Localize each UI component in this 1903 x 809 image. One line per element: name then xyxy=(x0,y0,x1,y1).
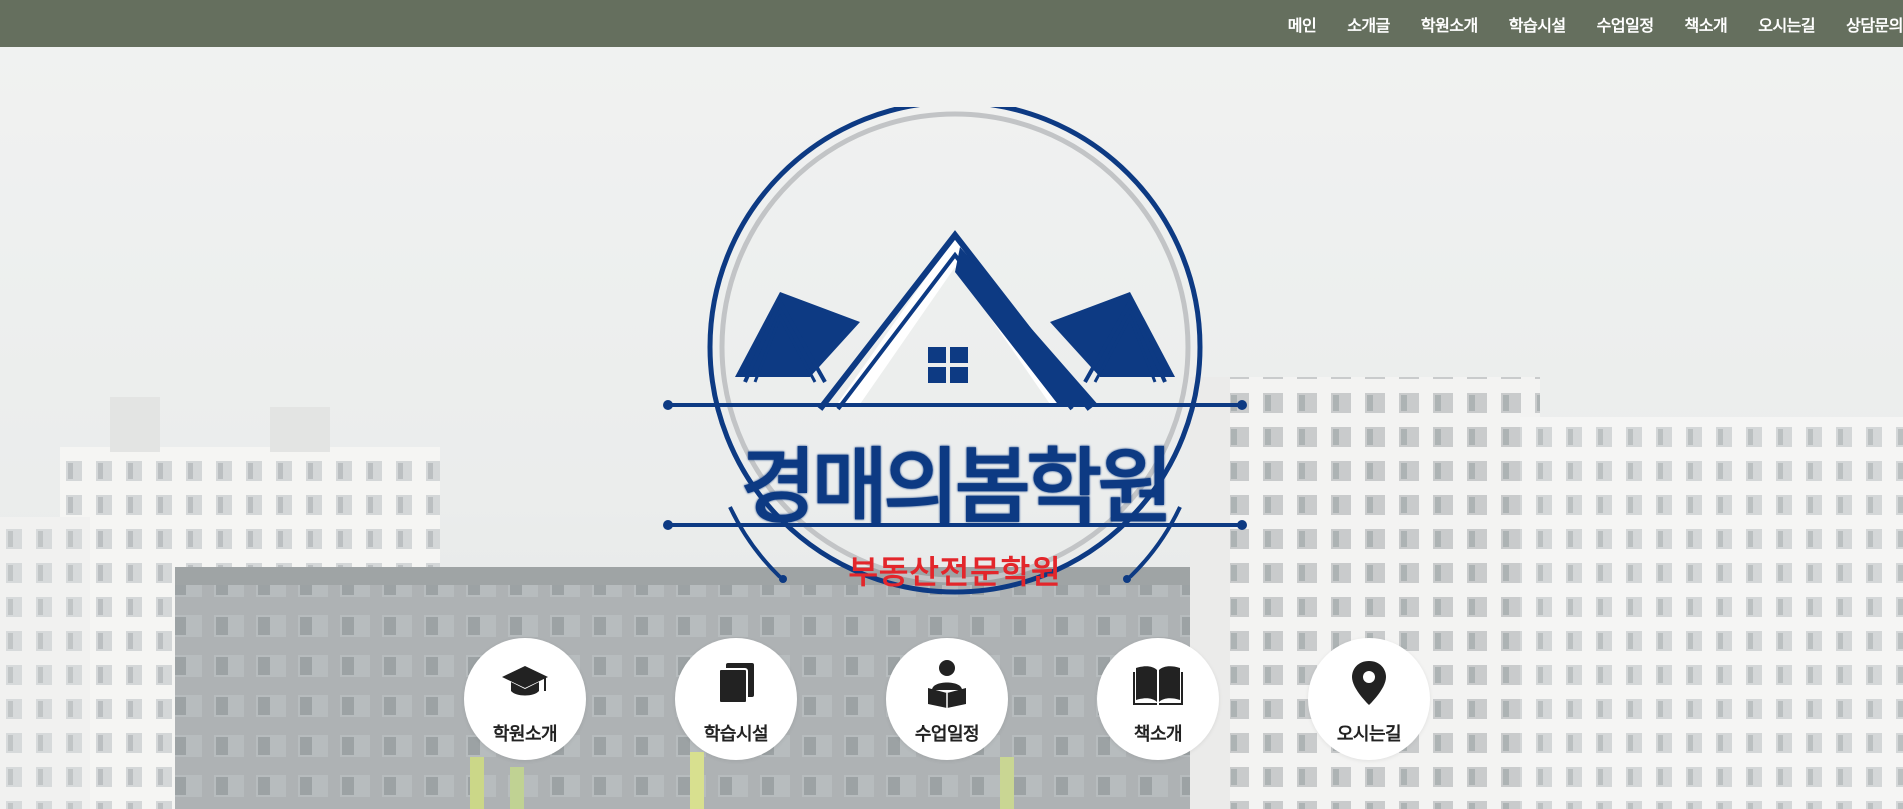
nav-item-academy-intro[interactable]: 학원소개 xyxy=(1421,12,1478,36)
quick-directions-button[interactable]: 오시는길 xyxy=(1308,638,1430,760)
nav-item-consultation[interactable]: 상담문의 xyxy=(1846,12,1903,36)
nav-item-directions[interactable]: 오시는길 xyxy=(1758,12,1815,36)
quick-schedule-button[interactable]: 수업일정 xyxy=(886,638,1008,760)
nav-item-intro-text[interactable]: 소개글 xyxy=(1347,12,1390,36)
graduation-cap-icon xyxy=(502,666,548,696)
quick-books-button[interactable]: 책소개 xyxy=(1097,638,1219,760)
map-pin-icon xyxy=(1352,661,1386,705)
quick-facilities-button[interactable]: 학습시설 xyxy=(675,638,797,760)
quick-label: 학습시설 xyxy=(703,724,769,745)
nav-item-books[interactable]: 책소개 xyxy=(1685,12,1728,36)
main-nav: 메인 소개글 학원소개 학습시설 수업일정 책소개 오시는길 상담문의 xyxy=(1257,0,1903,47)
academy-tagline: 부동산전문학원 xyxy=(848,553,1062,591)
quick-label: 책소개 xyxy=(1133,724,1183,745)
quick-label: 오시는길 xyxy=(1336,724,1402,745)
quick-academy-intro-button[interactable]: 학원소개 xyxy=(464,638,586,760)
nav-item-facilities[interactable]: 학습시설 xyxy=(1509,12,1566,36)
academy-emblem-logo: 경매의봄학원 부동산전문학원 xyxy=(660,99,1250,667)
nav-item-main[interactable]: 메인 xyxy=(1288,12,1317,36)
quick-menu: 학원소개 학습시설 수업일정 책소개 오시는길 xyxy=(0,638,1903,763)
academy-name: 경매의봄학원 xyxy=(740,440,1174,535)
quick-label: 학원소개 xyxy=(492,724,558,745)
top-navigation-bar: 메인 소개글 학원소개 학습시설 수업일정 책소개 오시는길 상담문의 xyxy=(0,0,1903,47)
reader-icon xyxy=(928,660,966,708)
open-book-icon xyxy=(1133,666,1183,705)
copy-icon xyxy=(718,663,754,704)
nav-item-schedule[interactable]: 수업일정 xyxy=(1597,12,1654,36)
quick-label: 수업일정 xyxy=(914,724,980,745)
